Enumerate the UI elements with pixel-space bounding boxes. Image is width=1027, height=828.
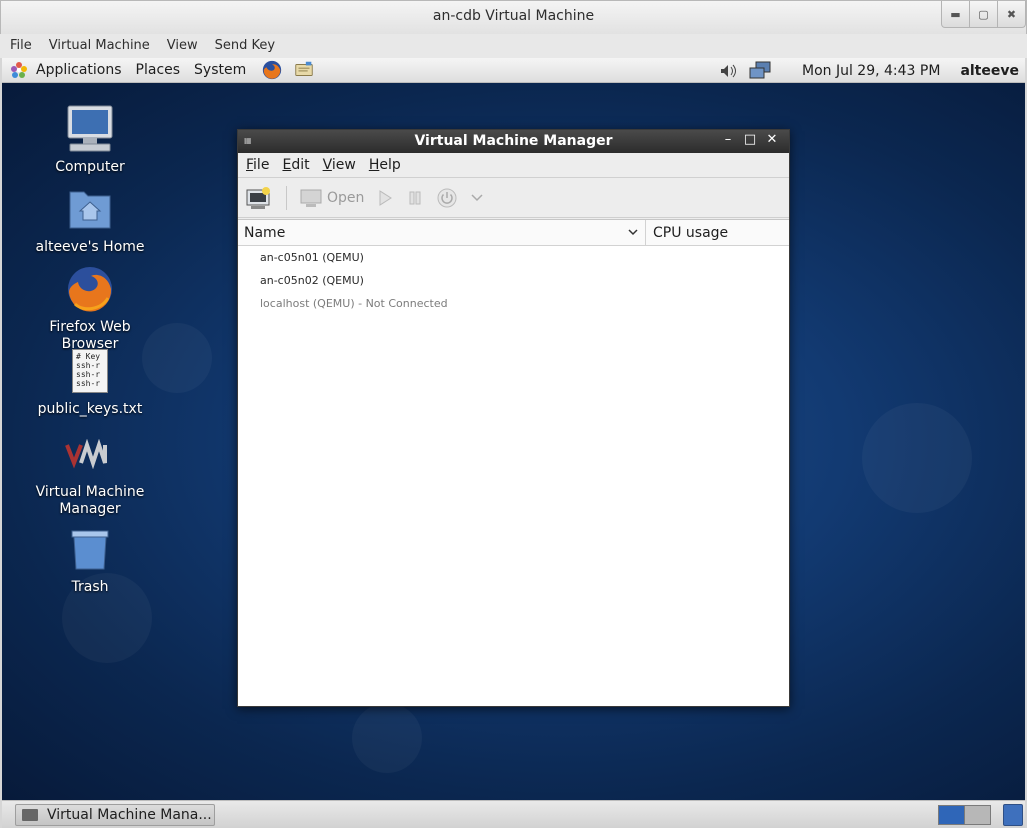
- applications-menu[interactable]: Applications: [36, 62, 122, 78]
- minimize-icon[interactable]: ▬: [941, 1, 970, 28]
- chevron-down-icon[interactable]: [627, 220, 639, 256]
- desktop-icon-label: Computer: [55, 159, 125, 175]
- panel-clock[interactable]: Mon Jul 29, 4:43 PM: [802, 63, 940, 79]
- desktop-icon-trash[interactable]: Trash: [20, 523, 160, 596]
- system-tray: Mon Jul 29, 4:43 PM alteeve: [718, 58, 1025, 83]
- host-menu-virtual-machine[interactable]: Virtual Machine: [49, 34, 150, 58]
- desktop-icon-home[interactable]: alteeve's Home: [20, 183, 160, 256]
- desktop-icon-vmm[interactable]: Virtual Machine Manager: [20, 428, 160, 518]
- vmm-window-title: Virtual Machine Manager: [414, 133, 613, 149]
- vmm-toolbar: Open: [238, 178, 789, 218]
- menu-view[interactable]: View: [323, 157, 356, 173]
- background-decor: [862, 403, 972, 513]
- host-menubar: File Virtual Machine View Send Key: [0, 34, 1027, 58]
- volume-icon[interactable]: [718, 62, 738, 80]
- top-panel: Applications Places System Mon Jul 29, 4…: [2, 58, 1025, 83]
- host-menu-send-key[interactable]: Send Key: [215, 34, 275, 58]
- applications-icon: [11, 62, 27, 78]
- close-icon[interactable]: ✕: [761, 132, 783, 147]
- firefox-icon: [68, 267, 112, 312]
- mnemonic: H: [368, 157, 380, 173]
- menu-edit[interactable]: Edit: [282, 157, 309, 173]
- vmm-window-controls: – □ ✕: [717, 132, 783, 147]
- host-window-controls: ▬ ▢ ✖: [941, 1, 1026, 28]
- mnemonic: F: [246, 157, 254, 173]
- maximize-icon[interactable]: ▢: [969, 1, 998, 28]
- open-button[interactable]: Open: [299, 188, 364, 208]
- pause-button[interactable]: [406, 189, 424, 207]
- desktop-icon-public-keys[interactable]: # Key ssh-r ssh-r ssh-r public_keys.txt: [20, 345, 160, 418]
- column-header-cpu[interactable]: CPU usage: [646, 220, 728, 245]
- menu-help[interactable]: Help: [369, 157, 401, 173]
- text-file-icon: # Key ssh-r ssh-r ssh-r: [72, 349, 108, 393]
- mnemonic: V: [322, 157, 332, 173]
- menu-label-rest: dit: [291, 157, 310, 173]
- system-menu[interactable]: System: [194, 62, 246, 78]
- desktop-icon-label: alteeve's Home: [35, 239, 145, 255]
- vmm-titlebar[interactable]: ▦ Virtual Machine Manager – □ ✕: [238, 130, 789, 153]
- guest-screen: Applications Places System Mon Jul 29, 4…: [2, 58, 1025, 828]
- computer-icon: [67, 105, 113, 152]
- desktop-icon-label: Virtual Machine Manager: [35, 484, 145, 517]
- menu-label-rest: ile: [253, 157, 270, 173]
- power-icon: [437, 188, 457, 207]
- show-desktop-icon[interactable]: [1003, 804, 1023, 826]
- background-decor: [352, 703, 422, 773]
- mnemonic: E: [282, 157, 292, 173]
- window-icon: [22, 809, 38, 821]
- desktop-icon-computer[interactable]: Computer: [20, 103, 160, 176]
- workspace-1[interactable]: [938, 805, 965, 825]
- desktop-icon-firefox[interactable]: Firefox Web Browser: [20, 263, 160, 353]
- desktop-icon-label: Trash: [71, 579, 109, 595]
- monitor-icon: [300, 189, 322, 207]
- list-header: Name CPU usage: [238, 220, 789, 246]
- open-button-label: Open: [327, 189, 365, 206]
- list-item[interactable]: localhost (QEMU) - Not Connected: [238, 292, 789, 315]
- panel-user[interactable]: alteeve: [960, 63, 1019, 79]
- file-preview-line: ssh-r: [76, 379, 101, 388]
- toolbar-separator: [286, 185, 287, 210]
- connection-list: Name CPU usage an-c05n01 (QEMU) an-c05n0…: [238, 219, 789, 706]
- list-item[interactable]: an-c05n01 (QEMU): [238, 246, 789, 269]
- file-preview-line: # Key: [76, 352, 101, 361]
- pause-icon: [409, 191, 421, 204]
- host-menu-file[interactable]: File: [10, 34, 32, 58]
- column-header-name[interactable]: Name: [238, 220, 646, 245]
- taskbar-button-label: Virtual Machine Mana...: [47, 807, 212, 823]
- shutdown-dropdown[interactable]: [470, 193, 484, 203]
- host-menu-view[interactable]: View: [167, 34, 198, 58]
- chevron-down-icon: [471, 193, 483, 201]
- vmm-window: ▦ Virtual Machine Manager – □ ✕ File Edi…: [237, 129, 790, 707]
- notes-icon[interactable]: [292, 59, 316, 81]
- shutdown-button[interactable]: [436, 187, 458, 209]
- workspace-2[interactable]: [964, 805, 991, 825]
- menu-file[interactable]: File: [246, 157, 269, 173]
- column-header-name-label: Name: [244, 225, 286, 241]
- minimize-icon[interactable]: –: [717, 132, 739, 147]
- list-item[interactable]: an-c05n02 (QEMU): [238, 269, 789, 292]
- file-preview-line: ssh-r: [76, 370, 101, 379]
- menu-label-rest: elp: [379, 157, 401, 173]
- new-vm-button[interactable]: [246, 186, 272, 210]
- maximize-icon[interactable]: □: [739, 132, 761, 147]
- file-preview-line: ssh-r: [76, 361, 101, 370]
- play-icon: [379, 189, 393, 206]
- firefox-icon[interactable]: [260, 59, 284, 81]
- close-icon[interactable]: ✖: [997, 1, 1026, 28]
- vmm-icon: [65, 439, 107, 469]
- menu-label-rest: iew: [331, 157, 356, 173]
- trash-icon: [71, 530, 109, 570]
- taskbar-button-vmm[interactable]: Virtual Machine Mana...: [15, 804, 215, 826]
- bottom-panel: Virtual Machine Mana...: [2, 800, 1025, 828]
- host-window-title: an-cdb Virtual Machine: [432, 8, 595, 24]
- places-menu[interactable]: Places: [136, 62, 181, 78]
- host-titlebar: an-cdb Virtual Machine ▬ ▢ ✖: [0, 0, 1027, 34]
- network-icon[interactable]: [748, 61, 772, 81]
- new-vm-icon: [246, 186, 270, 209]
- home-folder-icon: [69, 191, 111, 229]
- desktop: Computer alteeve's Home Firefox Web Brow…: [2, 83, 1025, 800]
- vmm-menubar: File Edit View Help: [238, 153, 789, 178]
- desktop-icon-label: public_keys.txt: [37, 401, 143, 417]
- run-button[interactable]: [376, 189, 394, 207]
